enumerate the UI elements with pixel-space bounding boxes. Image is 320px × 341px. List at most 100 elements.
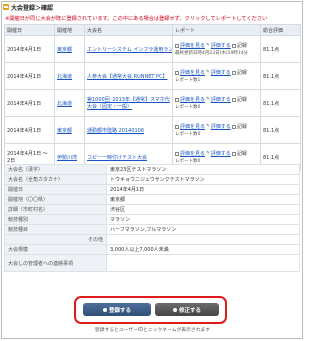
duplicate-notice: ※開催日が同じ大会が既に登録されています。この中にある場合は登録せず、クリックし…	[5, 16, 268, 22]
pencil-icon: ✎	[206, 70, 210, 75]
detail-value: マラソン	[106, 214, 300, 225]
detail-label: 大会名（漢字）	[4, 164, 107, 175]
bullet-icon	[172, 307, 177, 312]
detail-value: 東京23区テストマラソン	[106, 164, 300, 175]
record-label: 記録	[236, 124, 247, 130]
record-label: 記録	[236, 97, 247, 103]
event-name-link[interactable]: 第1000回_2013年【通常】スマホ代大会（固定・一般）	[84, 89, 173, 117]
report-cell: 評価を見る ✎ 評価する 記録 レポート数0	[172, 89, 261, 117]
event-place-link[interactable]: 北海道	[54, 62, 85, 90]
detail-label: 開催日	[4, 184, 107, 195]
detail-row: 競技種別 マラソン	[4, 214, 300, 225]
report-note: レポート数1	[175, 78, 201, 83]
record-checkbox[interactable]	[231, 124, 236, 129]
rate-link[interactable]: 評価する	[211, 69, 231, 76]
register-button-label: 登録する	[108, 307, 131, 314]
event-score: 81.1点	[260, 89, 301, 117]
record-label: 記録	[236, 151, 247, 157]
report-note: レポート数0	[175, 105, 201, 110]
event-date: 2014年4月1日	[4, 116, 55, 144]
detail-label: 競技種別	[4, 214, 107, 225]
pencil-icon: ✎	[206, 124, 210, 129]
record-label: 記録	[236, 43, 247, 49]
event-date: 2014年4月1日	[4, 35, 55, 63]
detail-value: トウキョウニジュウサンクテストマラソン	[106, 174, 300, 185]
view-eval-checkbox-icon	[175, 97, 179, 102]
col-date-header: 開催日	[4, 24, 55, 36]
record-checkbox[interactable]	[231, 97, 236, 102]
report-note: 最終更新日時4月23日(木)19時14分	[175, 51, 249, 56]
detail-value	[106, 234, 300, 245]
record-checkbox[interactable]	[231, 151, 236, 156]
bullet-icon	[102, 307, 107, 312]
detail-row: 詳細（市町村名） 渋谷区	[4, 204, 300, 215]
table-row: 2014年4月1日 北海道 人参大会【通常大会 RUNNET PC】 評価を見る…	[4, 62, 301, 90]
report-cell: 評価を見る ✎ 評価する 記録 レポート数1	[172, 62, 261, 90]
record-label: 記録	[236, 70, 247, 76]
view-eval-link[interactable]: 評価を見る	[180, 69, 205, 76]
event-score: 81.1点	[260, 62, 301, 90]
detail-value: 渋谷区	[106, 204, 300, 215]
event-date: 2014年4月1日	[4, 89, 55, 117]
view-eval-checkbox-icon	[175, 70, 179, 75]
col-name-header: 大会名	[84, 24, 173, 36]
page-title: 大会登録＞確認	[11, 4, 54, 12]
view-eval-checkbox-icon	[175, 151, 179, 156]
detail-value: 3,000人以上7,000人未満	[106, 244, 300, 255]
rate-link[interactable]: 評価する	[211, 42, 231, 49]
detail-label: 大会規模	[4, 244, 107, 255]
detail-row: 大会しの管理者への連絡事項	[4, 254, 300, 272]
event-place-link[interactable]: 東京都	[54, 116, 85, 144]
table-row: 2014年4月1日 東京都 エントリーシステム インフラ運用ラン 評価を見る ✎…	[4, 35, 301, 63]
pencil-icon: ✎	[206, 151, 210, 156]
edit-button-label: 修正する	[178, 307, 201, 314]
event-name-link[interactable]: 通勤都市陸路 20140106	[84, 116, 173, 144]
detail-row: 大会規模 3,000人以上7,000人未満	[4, 244, 300, 255]
folder-icon	[3, 4, 9, 10]
event-score: 81.1点	[260, 35, 301, 63]
detail-row: 大会名（漢字） 東京23区テストマラソン	[4, 164, 300, 175]
view-eval-checkbox-icon	[175, 43, 179, 48]
existing-events-table: 開催日 開催地 大会名 レポート 総合評価 2014年4月1日 東京都 エントリ…	[4, 24, 301, 171]
view-eval-checkbox-icon	[175, 124, 179, 129]
detail-label: 開催地（〇〇県）	[4, 194, 107, 205]
detail-label: 大会名（全角カタカナ）	[4, 174, 107, 185]
col-score-header: 総合評価	[260, 24, 301, 36]
page-header: 大会登録＞確認	[3, 3, 54, 12]
view-eval-link[interactable]: 評価を見る	[180, 42, 205, 49]
detail-label: 大会しの管理者への連絡事項	[4, 254, 107, 272]
event-name-link[interactable]: エントリーシステム インフラ運用ラン	[84, 35, 173, 63]
event-date: 2014年4月1日	[4, 62, 55, 90]
record-checkbox[interactable]	[231, 43, 236, 48]
detail-row: 競技種目 ハーフマラソン,フルマラソン	[4, 224, 300, 235]
pencil-icon: ✎	[206, 43, 210, 48]
detail-value	[106, 254, 300, 272]
rate-link[interactable]: 評価する	[211, 96, 231, 103]
event-place-link[interactable]: 東京都	[54, 35, 85, 63]
record-checkbox[interactable]	[231, 70, 236, 75]
view-eval-link[interactable]: 評価を見る	[180, 123, 205, 130]
table-header-row: 開催日 開催地 大会名 レポート 総合評価	[4, 24, 301, 36]
col-report-header: レポート	[172, 24, 261, 36]
view-eval-link[interactable]: 評価を見る	[180, 96, 205, 103]
detail-value: 2014年4月1日	[106, 184, 300, 195]
footer-note: 登録するとユーザーIDとニックネームが表示されます	[94, 328, 211, 333]
edit-button[interactable]: 修正する	[155, 303, 219, 316]
col-place-header: 開催地	[54, 24, 85, 36]
event-place-link[interactable]: 北海道	[54, 89, 85, 117]
event-name-link[interactable]: 人参大会【通常大会 RUNNET PC】	[84, 62, 173, 90]
view-eval-link[interactable]: 評価を見る	[180, 150, 205, 157]
detail-value: ハーフマラソン,フルマラソン	[106, 224, 300, 235]
detail-row: 開催地（〇〇県） 東京都	[4, 194, 300, 205]
table-row: 2014年4月1日 東京都 通勤都市陸路 20140106 評価を見る ✎ 評価…	[4, 116, 301, 144]
detail-row: 開催日 2014年4月1日	[4, 184, 300, 195]
detail-label: 詳細（市町村名）	[4, 204, 107, 215]
rate-link[interactable]: 評価する	[211, 150, 231, 157]
event-detail-table: 大会名（漢字） 東京23区テストマラソン 大会名（全角カタカナ） トウキョウニジ…	[4, 164, 300, 272]
table-row: 2014年4月1日 北海道 第1000回_2013年【通常】スマホ代大会（固定・…	[4, 89, 301, 117]
rate-link[interactable]: 評価する	[211, 123, 231, 130]
detail-row: その他	[4, 234, 300, 245]
register-button[interactable]: 登録する	[83, 303, 151, 316]
detail-value: 東京都	[106, 194, 300, 205]
report-cell: 評価を見る ✎ 評価する 記録 レポート数0	[172, 116, 261, 144]
